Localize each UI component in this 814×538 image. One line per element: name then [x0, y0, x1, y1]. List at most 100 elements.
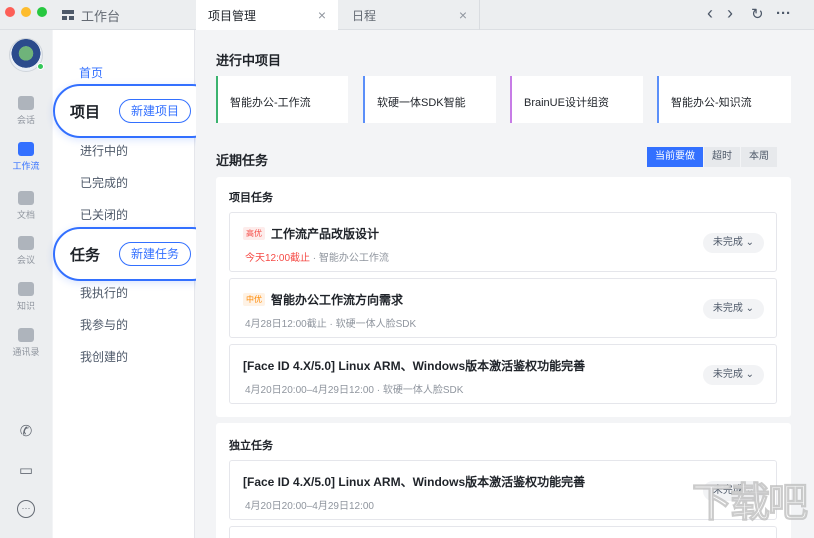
document-icon [18, 191, 34, 205]
project-card[interactable]: 软硬一体SDK智能 [363, 76, 496, 123]
filter-overdue[interactable]: 超时 [704, 147, 741, 167]
status-dropdown[interactable]: 未完成 ⌄ [702, 233, 764, 253]
rail-label: 会议 [16, 255, 35, 265]
main-content: 进行中项目 智能办公-工作流 软硬一体SDK智能 BrainUE设计组资 智能办… [196, 30, 814, 538]
project-tasks-panel: 项目任务 高优 工作流产品改版设计 今天12:00截止 · 智能办公工作流 未完… [216, 177, 791, 417]
sidebar-item-executing[interactable]: 我执行的 [80, 284, 128, 301]
rail-item-docs[interactable]: 文档 [0, 191, 52, 221]
tab-schedule[interactable]: 日程 × [340, 0, 480, 30]
task-project: · 智能办公工作流 [310, 253, 389, 264]
status-label: 未完成 [712, 237, 743, 248]
rail-item-workflow[interactable]: 工作流 [0, 142, 52, 172]
close-tab-icon[interactable]: × [318, 7, 326, 23]
task-name: 工作流产品改版设计 [271, 227, 380, 241]
new-project-button[interactable]: 新建项目 [119, 99, 192, 123]
project-name: BrainUE设计组资 [524, 97, 609, 109]
workspace-tab-label: 工作台 [81, 8, 121, 24]
knowledge-icon [18, 282, 34, 296]
workspace-icon [62, 10, 74, 20]
status-label: 未完成 [712, 303, 743, 314]
status-dropdown[interactable]: 未完成 ⌄ [702, 299, 764, 319]
sidebar-item-created[interactable]: 我创建的 [80, 348, 128, 365]
rail-label: 知识 [16, 301, 35, 311]
status-label: 未完成 [712, 369, 743, 380]
sidebar-item-closed[interactable]: 已关闭的 [80, 206, 128, 223]
priority-badge: 中优 [243, 293, 265, 306]
tab-project-management[interactable]: 项目管理 × [196, 0, 338, 30]
bookmark-icon[interactable]: ▭ [16, 462, 36, 480]
project-card[interactable]: 智能办公-工作流 [216, 76, 348, 123]
filter-this-week[interactable]: 本周 [741, 147, 778, 167]
ongoing-projects-title: 进行中项目 [216, 53, 282, 68]
project-name: 智能办公-知识流 [671, 97, 752, 109]
task-title: 高优 工作流产品改版设计 [243, 225, 379, 242]
workflow-icon [18, 142, 34, 156]
project-tasks-title: 项目任务 [229, 192, 273, 204]
project-name: 智能办公-工作流 [230, 97, 311, 109]
sidebar-item-home[interactable]: 首页 [79, 64, 103, 81]
recent-tasks-title: 近期任务 [216, 153, 269, 168]
tab-label: 项目管理 [208, 8, 257, 23]
rail-label: 文档 [16, 210, 35, 220]
sidebar-project-label: 项目 [70, 104, 101, 121]
status-dropdown[interactable]: 未完成 ⌄ [702, 365, 764, 385]
chevron-down-icon: ⌄ [745, 303, 754, 314]
sidebar-item-completed[interactable]: 已完成的 [80, 174, 128, 191]
task-name: [Face ID 4.X/5.0] Linux ARM、Windows版本激活鉴… [243, 475, 586, 489]
task-title: [Face ID 4.X/5.0] Linux ARM、Windows版本激活鉴… [243, 357, 585, 374]
task-title: [Face ID 4.X/5.0] Linux ARM、Windows版本激活鉴… [243, 473, 585, 490]
close-window-button[interactable] [5, 7, 15, 17]
task-meta: 4月20日20:00–4月29日12:00 · 软硬一体人脸SDK [245, 385, 464, 396]
contacts-icon [18, 328, 34, 342]
project-card[interactable]: BrainUE设计组资 [510, 76, 643, 123]
video-icon [18, 236, 34, 250]
sidebar-item-ongoing[interactable]: 进行中的 [80, 142, 128, 159]
task-meta: 4月28日12:00截止 · 软硬一体人脸SDK [245, 319, 417, 330]
back-icon[interactable]: ‹ [707, 3, 713, 24]
chevron-down-icon: ⌄ [745, 237, 754, 248]
phone-icon[interactable]: ✆ [16, 423, 36, 441]
chevron-down-icon: ⌄ [745, 369, 754, 380]
task-meta: 4月20日20:00–4月29日12:00 [245, 501, 374, 512]
rail-item-chat[interactable]: 会话 [0, 96, 52, 126]
rail-item-knowledge[interactable]: 知识 [0, 282, 52, 312]
sidebar-task-label: 任务 [70, 247, 101, 264]
project-name: 软硬一体SDK智能 [377, 97, 466, 109]
task-name: [Face ID 4.X/5.0] Linux ARM、Windows版本激活鉴… [243, 359, 586, 373]
task-card[interactable]: 高优 工作流产品改版设计 今天12:00截止 · 智能办公工作流 未完成 ⌄ [229, 212, 777, 272]
task-due: 今天12:00截止 [245, 253, 311, 264]
forward-icon[interactable]: › [727, 3, 733, 24]
more-icon[interactable]: ··· [17, 500, 35, 518]
rail-item-meeting[interactable]: 会议 [0, 236, 52, 266]
task-card[interactable]: [Face ID 4.X/5.0] Linux ARM、Windows版本激活鉴… [229, 344, 777, 404]
project-card[interactable]: 智能办公-知识流 [657, 76, 791, 123]
rail-label: 通讯录 [12, 347, 40, 357]
minimize-window-button[interactable] [21, 7, 31, 17]
title-bar: 工作台 项目管理 × 日程 × ‹ › ↻ ··· [0, 0, 814, 30]
rail-item-contacts[interactable]: 通讯录 [0, 328, 52, 358]
task-meta: 今天12:00截止 · 智能办公工作流 [245, 249, 389, 264]
maximize-window-button[interactable] [37, 7, 47, 17]
task-name: 智能办公工作流方向需求 [271, 293, 404, 307]
watermark-logo: 下载吧 [692, 481, 809, 526]
sidebar-item-participating[interactable]: 我参与的 [80, 316, 128, 333]
independent-tasks-title: 独立任务 [229, 440, 273, 452]
task-title: 中优 智能办公工作流方向需求 [243, 291, 403, 308]
online-status-dot [37, 63, 44, 70]
more-icon[interactable]: ··· [776, 5, 791, 22]
refresh-icon[interactable]: ↻ [751, 5, 764, 23]
app-rail: 会话 工作流 文档 会议 知识 通讯录 ✆ ▭ ··· [0, 30, 52, 538]
project-group-highlight: 项目 新建项目 [53, 84, 219, 138]
task-filter-group: 当前要做 超时 本周 [647, 147, 778, 167]
tab-label: 日程 [352, 8, 377, 23]
filter-current[interactable]: 当前要做 [647, 147, 704, 167]
task-group-highlight: 任务 新建任务 [53, 227, 219, 281]
task-card[interactable]: 中优 智能办公工作流方向需求 4月28日12:00截止 · 软硬一体人脸SDK … [229, 278, 777, 338]
workspace-tab[interactable]: 工作台 [62, 0, 120, 30]
chat-icon [18, 96, 34, 110]
new-task-button[interactable]: 新建任务 [119, 242, 192, 266]
rail-label: 工作流 [12, 161, 40, 171]
priority-badge: 高优 [243, 227, 265, 240]
close-tab-icon[interactable]: × [459, 7, 467, 23]
rail-label: 会话 [16, 115, 35, 125]
